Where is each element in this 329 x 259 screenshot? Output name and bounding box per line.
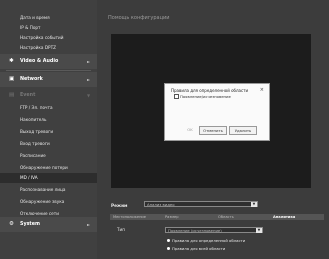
ok-button[interactable]: OK <box>185 126 195 133</box>
analytics-table-header: Местоположение Размер Область Аналитика <box>110 214 324 220</box>
cancel-button[interactable]: Отменить <box>199 126 227 135</box>
appear-disappear-checkbox[interactable] <box>174 94 179 99</box>
type-label: Тип <box>117 227 126 232</box>
divider <box>6 70 91 71</box>
sidebar-item-label: Video & Audio <box>20 59 59 64</box>
delete-button[interactable]: Удалить <box>229 126 257 135</box>
area-rules-dialog: Правила для определенной области × Появл… <box>164 83 270 141</box>
sidebar-item-label: System <box>20 222 40 227</box>
type-select-value: Появление (исчезновение) <box>168 228 222 233</box>
sidebar-item-system[interactable]: ⚙ System ► <box>0 217 97 232</box>
dialog-title: Правила для определенной области <box>171 88 249 93</box>
radio-label: Правила для всей области <box>172 245 226 251</box>
mode-label: Режим <box>111 203 128 208</box>
close-icon[interactable]: × <box>260 87 264 93</box>
chevron-down-icon: ▼ <box>251 202 257 207</box>
radio-label: Правила для определенной области <box>172 237 246 243</box>
chevron-down-icon: ▼ <box>87 93 91 98</box>
system-icon: ⚙ <box>9 221 14 227</box>
header-size[interactable]: Размер <box>165 214 178 220</box>
network-icon: ▣ <box>9 76 15 82</box>
mode-select-value: Анализ видео <box>147 202 175 207</box>
sidebar: Дата и время IP & Порт Настройка событий… <box>0 0 97 259</box>
chevron-right-icon: ► <box>87 222 91 227</box>
radio-whole-area[interactable] <box>167 247 170 250</box>
chevron-right-icon: ► <box>87 77 91 82</box>
chevron-down-icon: ▼ <box>256 228 262 233</box>
event-icon: ▤ <box>9 92 15 98</box>
mode-select[interactable]: Анализ видео ▼ <box>144 201 258 207</box>
header-location[interactable]: Местоположение <box>113 214 146 220</box>
sidebar-item-label: Network <box>20 77 43 82</box>
header-analytics[interactable]: Аналитика <box>273 214 295 220</box>
app-frame: Дата и время IP & Порт Настройка событий… <box>0 0 329 259</box>
page-title: Помощь конфигурации <box>108 15 170 21</box>
radio-specific-area[interactable] <box>167 239 170 242</box>
sidebar-item-network[interactable]: ▣ Network ► <box>0 72 97 87</box>
sidebar-item-label: Event <box>20 93 36 98</box>
sidebar-item-video-audio[interactable]: ✱ Video & Audio ► <box>0 54 97 69</box>
sidebar-item-event[interactable]: ▤ Event ▼ <box>0 88 97 103</box>
checkbox-label: Появление/исчезновение <box>180 93 231 99</box>
gear-icon: ✱ <box>9 58 14 64</box>
type-select[interactable]: Появление (исчезновение) ▼ <box>165 227 263 233</box>
chevron-right-icon: ► <box>87 59 91 64</box>
header-area[interactable]: Область <box>218 214 234 220</box>
